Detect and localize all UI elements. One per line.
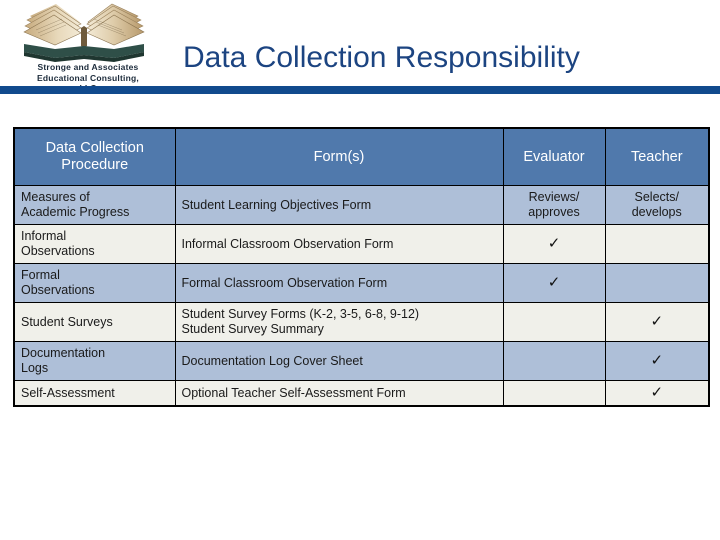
cell-teacher: ✓ [604,380,710,407]
cell-procedure: Documentation Logs [13,341,176,381]
cell-text-line: Student Survey Summary [181,322,324,336]
logo-caption-line-2: Educational Consulting, [37,72,139,83]
table-header-row: Data Collection Procedure Form(s) Evalua… [13,127,710,186]
column-header-procedure: Data Collection Procedure [13,127,176,186]
cell-teacher [604,224,710,264]
table-header: Data Collection Procedure Form(s) Evalua… [13,127,710,186]
open-book-icon [23,3,145,62]
data-collection-responsibility-table: Data Collection Procedure Form(s) Evalua… [13,127,710,443]
cell-text-line: Optional Teacher Self-Assessment Form [181,385,406,400]
cell-evaluator: ✓ [502,224,606,264]
title-divider-bar [0,86,720,94]
cell-evaluator [502,341,606,381]
cell-procedure: Formal Observations [13,263,176,303]
cell-procedure: Self-Assessment [13,380,176,407]
cell-teacher: ✓ [604,302,710,342]
cell-procedure: Student Surveys [13,302,176,342]
page-title: Data Collection Responsibility [183,41,580,74]
cell-evaluator: ✓ [502,263,606,303]
cell-text-line: Formal [21,268,60,282]
cell-evaluator: Reviews/ approves [502,185,606,225]
table-row: Formal Observations Formal Classroom Obs… [13,263,710,303]
cell-text-line: Informal Classroom Observation Form [181,236,394,251]
table-row: Student Surveys Student Survey Forms (K-… [13,302,710,342]
cell-text-line: approves [528,205,580,219]
cell-text-line: Academic Progress [21,205,130,219]
table-row: Informal Observations Informal Classroom… [13,224,710,264]
cell-forms: Optional Teacher Self-Assessment Form [174,380,504,407]
cell-text-line: Formal Classroom Observation Form [181,275,388,290]
checkmark-icon: ✓ [547,274,561,291]
cell-procedure: Informal Observations [13,224,176,264]
column-header-forms: Form(s) [174,127,504,186]
cell-text-line: Documentation Log Cover Sheet [181,353,363,368]
cell-evaluator [502,302,606,342]
checkmark-icon: ✓ [547,235,561,252]
checkmark-icon: ✓ [650,313,664,330]
cell-forms: Student Survey Forms (K-2, 3-5, 6-8, 9-1… [174,302,504,342]
cell-forms: Documentation Log Cover Sheet [174,341,504,381]
cell-text-line: Informal [21,229,67,243]
cell-teacher: Selects/ develops [604,185,710,225]
cell-text-line: Documentation [21,346,106,360]
checkmark-icon: ✓ [650,352,664,369]
cell-teacher: ✓ [604,341,710,381]
cell-forms: Informal Classroom Observation Form [174,224,504,264]
cell-text-line: Logs [21,361,49,375]
cell-text-line: Student Survey Forms (K-2, 3-5, 6-8, 9-1… [181,307,420,321]
cell-text-line: Observations [21,283,95,297]
table-row: Self-Assessment Optional Teacher Self-As… [13,380,710,407]
slide-header: Stronge and Associates Educational Consu… [0,0,720,104]
cell-forms: Formal Classroom Observation Form [174,263,504,303]
checkmark-icon: ✓ [650,384,664,401]
cell-text-line: Student Surveys [21,314,113,329]
column-header-teacher: Teacher [604,127,710,186]
cell-procedure: Measures of Academic Progress [13,185,176,225]
table-body: Measures of Academic Progress Student Le… [13,185,710,407]
logo-caption-line-1: Stronge and Associates [37,62,139,72]
cell-text-line: Reviews/ [528,190,580,204]
cell-forms: Student Learning Objectives Form [174,185,504,225]
cell-text-line: Self-Assessment [21,385,115,400]
table-row: Documentation Logs Documentation Log Cov… [13,341,710,381]
cell-text-line: develops [631,205,682,219]
cell-teacher [604,263,710,303]
cell-text-line: Student Learning Objectives Form [181,197,372,212]
cell-text-line: Selects/ [634,190,679,204]
cell-text-line: Measures of [21,190,90,204]
responsibility-table: Data Collection Procedure Form(s) Evalua… [13,127,710,407]
column-header-evaluator: Evaluator [502,127,606,186]
table-row: Measures of Academic Progress Student Le… [13,185,710,225]
cell-text-line: Observations [21,244,95,258]
cell-evaluator [502,380,606,407]
